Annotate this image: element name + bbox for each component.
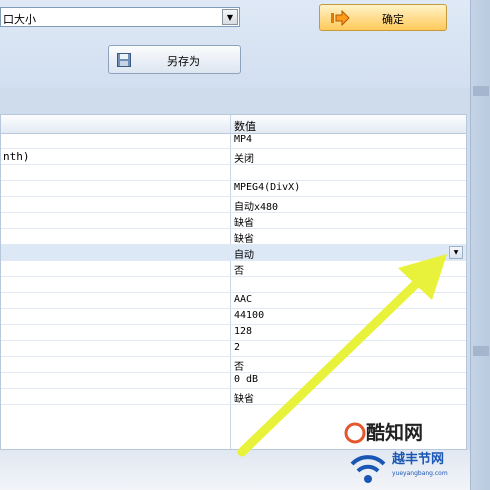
grid-header: 数值 bbox=[1, 115, 466, 134]
wifi-logo-icon bbox=[350, 455, 386, 483]
save-as-button[interactable]: 另存为 bbox=[108, 45, 241, 74]
grid-row[interactable]: AAC bbox=[1, 293, 466, 309]
save-as-button-label: 另存为 bbox=[167, 55, 200, 68]
grid-row[interactable]: 缺省 bbox=[1, 389, 466, 405]
grid-row[interactable]: 缺省 bbox=[1, 229, 466, 245]
watermark-url: yueyangbang.com bbox=[392, 470, 448, 477]
grid-row[interactable]: 44100 bbox=[1, 309, 466, 325]
grid-row-value[interactable]: 128 bbox=[234, 326, 252, 337]
chevron-down-icon[interactable]: ▼ bbox=[222, 9, 238, 25]
ok-button[interactable]: 确定 bbox=[319, 4, 447, 31]
property-grid: 数值 MP4 nth) 关闭 MPEG4(DivX) 自动x480 缺省 缺省 自动 ▼ 否 AAC… bbox=[0, 114, 467, 450]
grid-row-value[interactable]: 自动x480 bbox=[234, 198, 278, 213]
grid-row-value[interactable]: 否 bbox=[234, 358, 244, 373]
grid-row[interactable]: 缺省 bbox=[1, 213, 466, 229]
watermark: 酷知网 越丰节网 yueyangbang.com bbox=[336, 414, 470, 490]
grid-row[interactable]: 自动 ▼ bbox=[1, 245, 466, 261]
grid-row[interactable]: 128 bbox=[1, 325, 466, 341]
grid-row[interactable]: 2 bbox=[1, 341, 466, 357]
grid-row[interactable]: 否 bbox=[1, 261, 466, 277]
grid-row-value[interactable]: 关闭 bbox=[234, 150, 254, 165]
size-dropdown[interactable]: 口大小 ▼ bbox=[0, 7, 240, 27]
grid-row[interactable]: MP4 bbox=[1, 133, 466, 149]
grid-row-value[interactable]: MP4 bbox=[234, 134, 252, 145]
grid-row-value[interactable]: 44100 bbox=[234, 310, 264, 321]
grid-row-value[interactable]: 缺省 bbox=[234, 214, 254, 229]
value-column-header: 数值 bbox=[234, 120, 256, 133]
grid-row-value[interactable]: 缺省 bbox=[234, 230, 254, 245]
grid-row[interactable]: 自动x480 bbox=[1, 197, 466, 213]
grid-row-value[interactable]: 0 dB bbox=[234, 374, 258, 385]
arrow-right-icon bbox=[331, 10, 350, 26]
grid-row-value[interactable]: 自动 bbox=[234, 246, 254, 261]
grid-row-name: nth) bbox=[3, 150, 30, 163]
strip-notch bbox=[473, 346, 489, 356]
grid-row[interactable]: MPEG4(DivX) bbox=[1, 181, 466, 197]
top-panel: 口大小 ▼ 确定 另存为 bbox=[0, 0, 470, 88]
ok-button-label: 确定 bbox=[382, 13, 404, 26]
grid-row[interactable]: nth) 关闭 bbox=[1, 149, 466, 165]
watermark-logo-icon bbox=[344, 422, 366, 444]
grid-row[interactable]: 0 dB bbox=[1, 373, 466, 389]
grid-row[interactable]: 否 bbox=[1, 357, 466, 373]
floppy-disk-icon bbox=[117, 53, 131, 67]
grid-row-value[interactable]: 缺省 bbox=[234, 390, 254, 405]
strip-notch bbox=[473, 86, 489, 96]
grid-row-value[interactable]: AAC bbox=[234, 294, 252, 305]
grid-row[interactable] bbox=[1, 165, 466, 181]
size-dropdown-value: 口大小 bbox=[3, 13, 36, 26]
right-scroll-strip[interactable] bbox=[470, 0, 490, 490]
watermark-title: 酷知网 bbox=[366, 422, 424, 444]
watermark-subtitle: 越丰节网 bbox=[392, 452, 445, 467]
grid-row-value[interactable]: 否 bbox=[234, 262, 244, 277]
chevron-down-icon[interactable]: ▼ bbox=[449, 246, 463, 259]
grid-row-value[interactable]: MPEG4(DivX) bbox=[234, 182, 300, 193]
grid-row[interactable] bbox=[1, 277, 466, 293]
grid-row-value[interactable]: 2 bbox=[234, 342, 240, 353]
